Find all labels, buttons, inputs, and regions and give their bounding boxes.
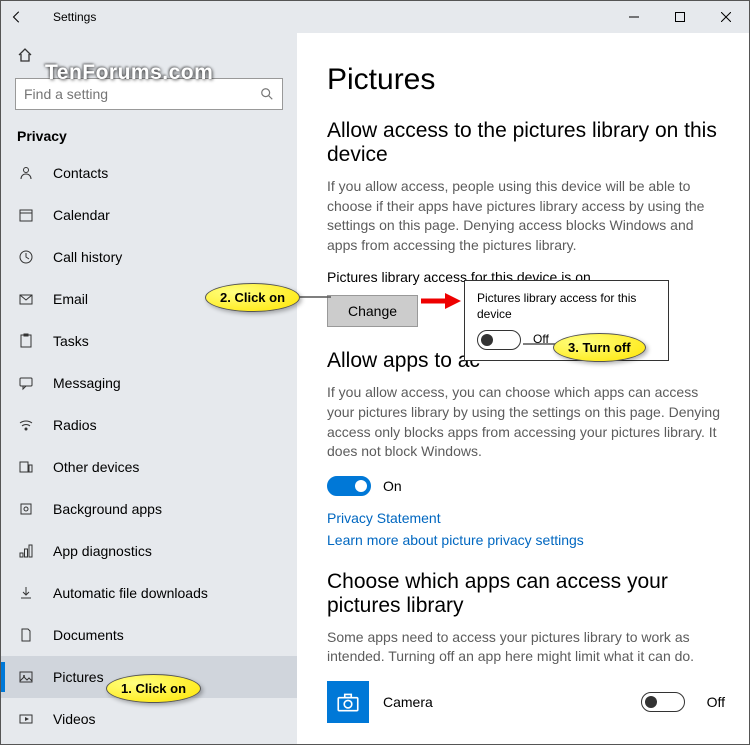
annotation-3: 3. Turn off [553, 333, 646, 362]
diagnostics-icon [17, 542, 35, 560]
sidebar-item-label: Messaging [53, 375, 121, 391]
allow-apps-toggle[interactable] [327, 476, 371, 496]
contacts-icon [17, 164, 35, 182]
window-title: Settings [33, 10, 611, 24]
sidebar-item-otherdevices[interactable]: Other devices [1, 446, 297, 488]
download-icon [17, 584, 35, 602]
callhistory-icon [17, 248, 35, 266]
videos-icon [17, 710, 35, 728]
allow-apps-toggle-label: On [383, 478, 402, 494]
home-icon [17, 47, 33, 63]
camera-toggle-label: Off [707, 694, 725, 710]
sidebar-section-label: Privacy [1, 120, 297, 152]
sidebar-item-backgroundapps[interactable]: Background apps [1, 488, 297, 530]
maximize-button[interactable] [657, 1, 703, 33]
sidebar-item-label: Documents [53, 627, 124, 643]
sidebar-item-contacts[interactable]: Contacts [1, 152, 297, 194]
main-content: Pictures Allow access to the pictures li… [297, 33, 749, 744]
sidebar-item-label: App diagnostics [53, 543, 152, 559]
app-row-camera: Camera Off [327, 681, 725, 723]
radios-icon [17, 416, 35, 434]
sidebar: Privacy Contacts Calendar Call history E… [1, 33, 297, 744]
annotation-3-pointer [523, 339, 557, 349]
sidebar-item-label: Videos [53, 711, 96, 727]
tasks-icon [17, 332, 35, 350]
camera-toggle[interactable] [641, 692, 685, 712]
sidebar-item-label: Background apps [53, 501, 162, 517]
app-name: Camera [383, 694, 627, 710]
sidebar-item-label: Pictures [53, 669, 104, 685]
devices-icon [17, 458, 35, 476]
search-input[interactable] [24, 86, 249, 102]
sidebar-item-label: Other devices [53, 459, 139, 475]
email-icon [17, 290, 35, 308]
messaging-icon [17, 374, 35, 392]
section1-heading: Allow access to the pictures library on … [327, 119, 725, 167]
calendar-icon [17, 206, 35, 224]
titlebar: Settings [1, 1, 749, 33]
popup-toggle[interactable] [477, 330, 521, 350]
popup-label: Pictures library access for this device [477, 291, 656, 322]
section2-desc: If you allow access, you can choose whic… [327, 383, 725, 461]
sidebar-item-callhistory[interactable]: Call history [1, 236, 297, 278]
annotation-1: 1. Click on [106, 674, 201, 703]
section3-desc: Some apps need to access your pictures l… [327, 628, 725, 667]
sidebar-item-appdiagnostics[interactable]: App diagnostics [1, 530, 297, 572]
camera-app-icon [327, 681, 369, 723]
sidebar-item-label: Calendar [53, 207, 110, 223]
sidebar-item-documents[interactable]: Documents [1, 614, 297, 656]
annotation-2: 2. Click on [205, 283, 300, 312]
sidebar-item-radios[interactable]: Radios [1, 404, 297, 446]
sidebar-item-label: Call history [53, 249, 122, 265]
arrow-left-icon [10, 10, 24, 24]
learn-more-link[interactable]: Learn more about picture privacy setting… [327, 532, 725, 548]
sidebar-item-calendar[interactable]: Calendar [1, 194, 297, 236]
sidebar-item-label: Email [53, 291, 88, 307]
watermark: TenForums.com [45, 61, 213, 85]
red-arrow-icon [419, 291, 461, 311]
sidebar-item-label: Automatic file downloads [53, 585, 208, 601]
close-button[interactable] [703, 1, 749, 33]
sidebar-item-label: Contacts [53, 165, 108, 181]
section3-heading: Choose which apps can access your pictur… [327, 570, 725, 618]
sidebar-item-tasks[interactable]: Tasks [1, 320, 297, 362]
privacy-statement-link[interactable]: Privacy Statement [327, 510, 725, 526]
sidebar-item-messaging[interactable]: Messaging [1, 362, 297, 404]
documents-icon [17, 626, 35, 644]
minimize-button[interactable] [611, 1, 657, 33]
sidebar-item-label: Radios [53, 417, 97, 433]
sidebar-item-videos[interactable]: Videos [1, 698, 297, 740]
pictures-icon [17, 668, 35, 686]
change-button[interactable]: Change [327, 295, 418, 327]
back-button[interactable] [1, 1, 33, 33]
backgroundapps-icon [17, 500, 35, 518]
sidebar-item-label: Tasks [53, 333, 89, 349]
page-title: Pictures [327, 63, 725, 97]
sidebar-item-filedownloads[interactable]: Automatic file downloads [1, 572, 297, 614]
section1-desc: If you allow access, people using this d… [327, 177, 725, 255]
search-icon [260, 87, 274, 101]
